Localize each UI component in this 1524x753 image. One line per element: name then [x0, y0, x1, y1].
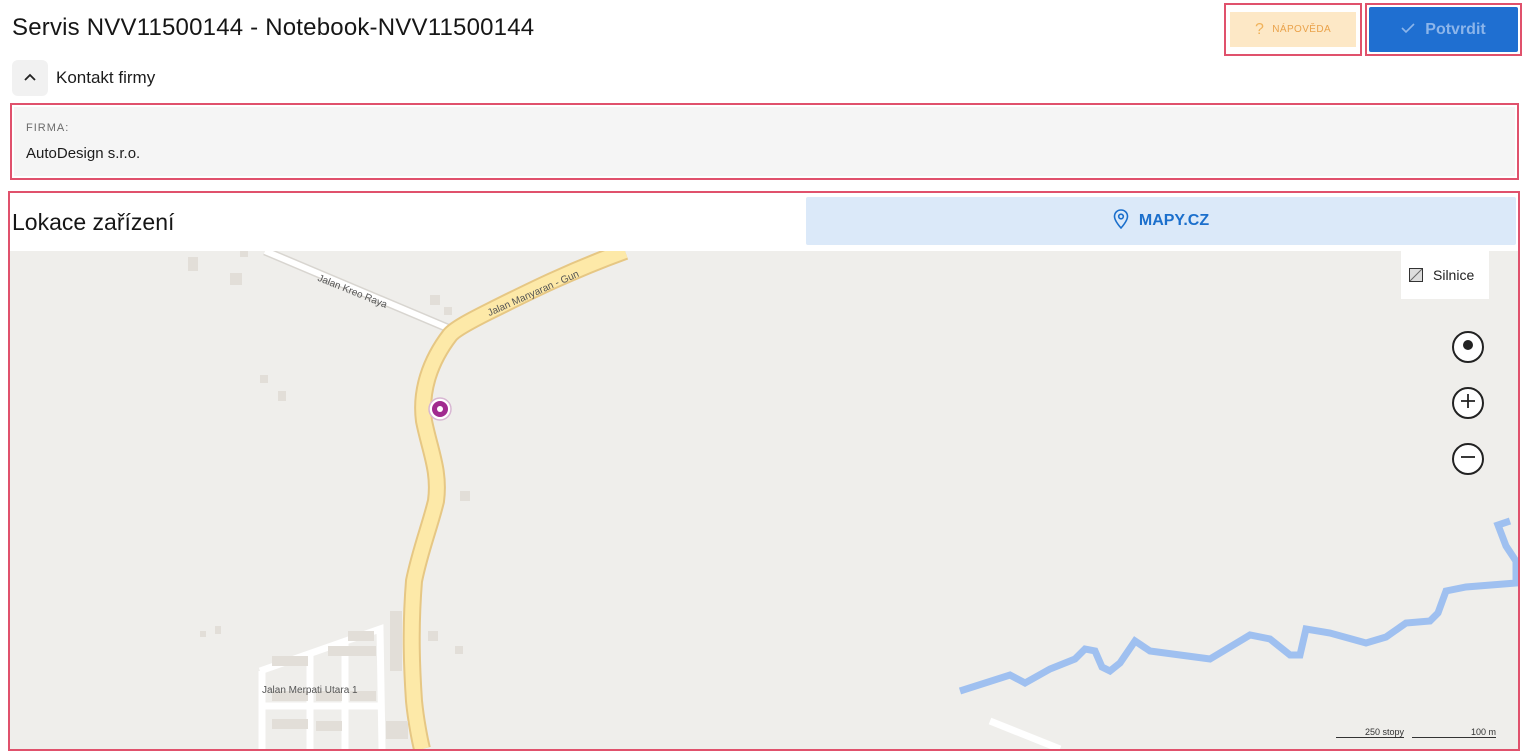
- map-pin-icon: [1113, 208, 1129, 234]
- river: [958, 517, 1518, 695]
- residential-streets: [258, 624, 1062, 749]
- check-icon: [1401, 21, 1415, 39]
- zoom-out-button[interactable]: [1452, 443, 1484, 475]
- confirm-button[interactable]: Potvrdit: [1369, 7, 1518, 52]
- contact-section-title: Kontakt firmy: [56, 68, 156, 87]
- chevron-up-icon: [23, 69, 37, 87]
- location-section-title: Lokace zařízení: [12, 209, 175, 235]
- target-icon: [1458, 335, 1478, 360]
- map-canvas: [188, 251, 1518, 749]
- device-marker[interactable]: [428, 397, 452, 421]
- firm-field-value: AutoDesign s.r.o.: [26, 145, 141, 162]
- help-button-frame: ? NÁPOVĚDA: [1224, 3, 1362, 56]
- plus-icon: [1459, 392, 1477, 415]
- road-layer-label: Silnice: [1433, 267, 1475, 283]
- zoom-in-button[interactable]: [1452, 387, 1484, 419]
- contact-section-toggle-row: Kontakt firmy: [12, 60, 155, 96]
- help-button-label: NÁPOVĚDA: [1272, 24, 1332, 35]
- help-button[interactable]: ? NÁPOVĚDA: [1230, 12, 1356, 47]
- confirm-button-label: Potvrdit: [1425, 20, 1486, 38]
- contact-section-toggle[interactable]: [12, 60, 48, 96]
- minus-icon: [1459, 448, 1477, 471]
- firm-field-label: FIRMA:: [26, 122, 70, 134]
- scale-metric: 100 m: [1412, 727, 1496, 738]
- street-label-merpati: Jalan Merpati Utara 1: [262, 685, 358, 696]
- mapy-cz-button-label: MAPY.CZ: [1138, 212, 1210, 229]
- firm-field-body: FIRMA: AutoDesign s.r.o.: [14, 107, 1515, 176]
- firm-field: FIRMA: AutoDesign s.r.o.: [10, 103, 1519, 180]
- road-layer-icon: [1409, 268, 1423, 282]
- question-icon: ?: [1254, 20, 1265, 38]
- locate-button[interactable]: [1452, 331, 1484, 363]
- scale-imperial: 250 stopy: [1336, 727, 1404, 738]
- confirm-button-frame: Potvrdit: [1365, 3, 1522, 56]
- map-view[interactable]: Jalan Kreo Raya Jalan Manyaran - Gun Jal…: [10, 251, 1518, 749]
- device-location-section: Lokace zařízení MAPY.CZ Jalan Kreo Raya …: [8, 191, 1520, 751]
- page-title: Servis NVV11500144 - Notebook-NVV1150014…: [12, 14, 535, 41]
- mapy-cz-button[interactable]: MAPY.CZ: [806, 197, 1516, 245]
- road-layer-toggle[interactable]: Silnice: [1401, 251, 1489, 299]
